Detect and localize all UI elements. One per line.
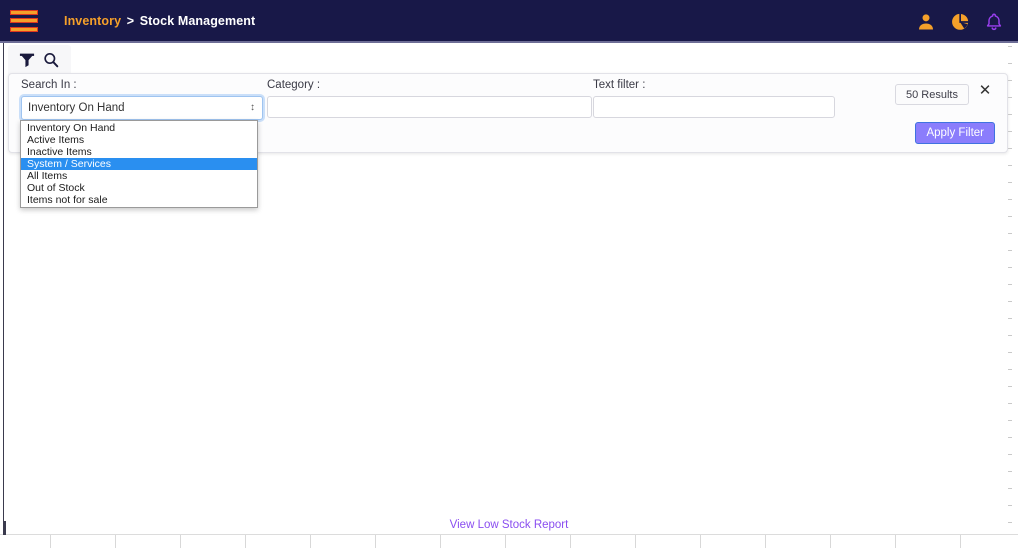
- ruler-tick: [115, 535, 116, 548]
- ruler-tick: [180, 535, 181, 548]
- pie-chart-icon[interactable]: [950, 11, 970, 33]
- text-filter-field: Text filter :: [593, 79, 835, 118]
- header-icon-group: [916, 0, 1004, 43]
- guide-dash: [1008, 505, 1012, 506]
- ruler-tick: [570, 535, 571, 548]
- bottom-ruler-strip: [0, 521, 1018, 553]
- breadcrumb-current-page: Stock Management: [139, 13, 256, 28]
- dropdown-option[interactable]: Active Items: [21, 134, 257, 146]
- guide-dash: [1008, 148, 1012, 149]
- view-low-stock-report-link[interactable]: View Low Stock Report: [0, 519, 1018, 531]
- hamburger-bar: [10, 18, 38, 23]
- apply-filter-button[interactable]: Apply Filter: [915, 122, 995, 144]
- guide-dash: [1008, 131, 1012, 132]
- guide-dash: [1008, 199, 1012, 200]
- right-edge-guide: [1008, 46, 1012, 536]
- user-profile-icon[interactable]: [916, 11, 936, 33]
- ruler-tick: [830, 535, 831, 548]
- results-count-badge[interactable]: 50 Results: [895, 84, 969, 105]
- panel-tab-strip: [8, 45, 71, 75]
- hamburger-menu-icon[interactable]: [10, 9, 38, 32]
- ruler-tick: [700, 535, 701, 548]
- text-filter-input[interactable]: [593, 96, 835, 118]
- ruler-tick: [375, 535, 376, 548]
- guide-dash: [1008, 318, 1012, 319]
- search-in-selected-value: Inventory On Hand: [28, 102, 125, 114]
- breadcrumb-link-inventory[interactable]: Inventory: [64, 14, 121, 28]
- ruler-tick: [245, 535, 246, 548]
- guide-dash: [1008, 454, 1012, 455]
- ruler-tick: [895, 535, 896, 548]
- guide-dash: [1008, 114, 1012, 115]
- ruler-caret: [3, 521, 6, 535]
- guide-dash: [1008, 301, 1012, 302]
- guide-dash: [1008, 182, 1012, 183]
- select-updown-arrow-icon: ↕: [250, 102, 255, 113]
- notification-bell-icon[interactable]: [984, 11, 1004, 33]
- dropdown-option[interactable]: Inventory On Hand: [21, 122, 257, 134]
- ruler-tick: [440, 535, 441, 548]
- page-left-border: [3, 43, 4, 553]
- hamburger-bar: [10, 26, 38, 32]
- guide-dash: [1008, 233, 1012, 234]
- category-input[interactable]: [267, 96, 592, 118]
- guide-dash: [1008, 284, 1012, 285]
- guide-dash: [1008, 46, 1012, 47]
- ruler-tick: [50, 535, 51, 548]
- guide-dash: [1008, 216, 1012, 217]
- guide-dash: [1008, 403, 1012, 404]
- guide-dash: [1008, 420, 1012, 421]
- guide-dash: [1008, 386, 1012, 387]
- search-icon[interactable]: [41, 50, 61, 70]
- text-filter-label: Text filter :: [593, 79, 646, 91]
- guide-dash: [1008, 437, 1012, 438]
- guide-dash: [1008, 488, 1012, 489]
- ruler-tick: [635, 535, 636, 548]
- breadcrumb-separator: >: [126, 13, 135, 28]
- guide-dash: [1008, 522, 1012, 523]
- guide-dash: [1008, 165, 1012, 166]
- hamburger-bar: [10, 9, 38, 15]
- top-navigation-bar: Inventory > Stock Management: [0, 0, 1018, 43]
- guide-dash: [1008, 80, 1012, 81]
- dropdown-option[interactable]: Inactive Items: [21, 146, 257, 158]
- ruler-tick: [765, 535, 766, 548]
- guide-dash: [1008, 250, 1012, 251]
- breadcrumb: Inventory > Stock Management: [64, 14, 255, 28]
- category-label: Category :: [267, 79, 321, 91]
- stock-management-page: Inventory > Stock Management Search In:…: [0, 0, 1018, 553]
- ruler-tick: [310, 535, 311, 548]
- dropdown-option[interactable]: System / Services: [21, 158, 257, 170]
- guide-dash: [1008, 267, 1012, 268]
- search-in-label: Search In :: [21, 79, 77, 91]
- ruler-tick: [960, 535, 961, 548]
- close-panel-icon[interactable]: ✕: [977, 83, 993, 99]
- guide-dash: [1008, 352, 1012, 353]
- dropdown-option[interactable]: Out of Stock: [21, 182, 257, 194]
- category-field: Category :: [267, 79, 592, 118]
- search-in-field: Search In : Inventory On Hand ↕: [21, 79, 263, 120]
- guide-dash: [1008, 97, 1012, 98]
- search-in-dropdown-list[interactable]: Inventory On Hand Active Items Inactive It…: [20, 120, 258, 208]
- dropdown-option[interactable]: All Items: [21, 170, 257, 182]
- guide-dash: [1008, 63, 1012, 64]
- dropdown-option[interactable]: Items not for sale: [21, 194, 257, 206]
- guide-dash: [1008, 335, 1012, 336]
- ruler-tick: [505, 535, 506, 548]
- funnel-filter-icon[interactable]: [17, 50, 37, 70]
- guide-dash: [1008, 471, 1012, 472]
- guide-dash: [1008, 369, 1012, 370]
- search-in-select[interactable]: Inventory On Hand ↕: [21, 96, 263, 120]
